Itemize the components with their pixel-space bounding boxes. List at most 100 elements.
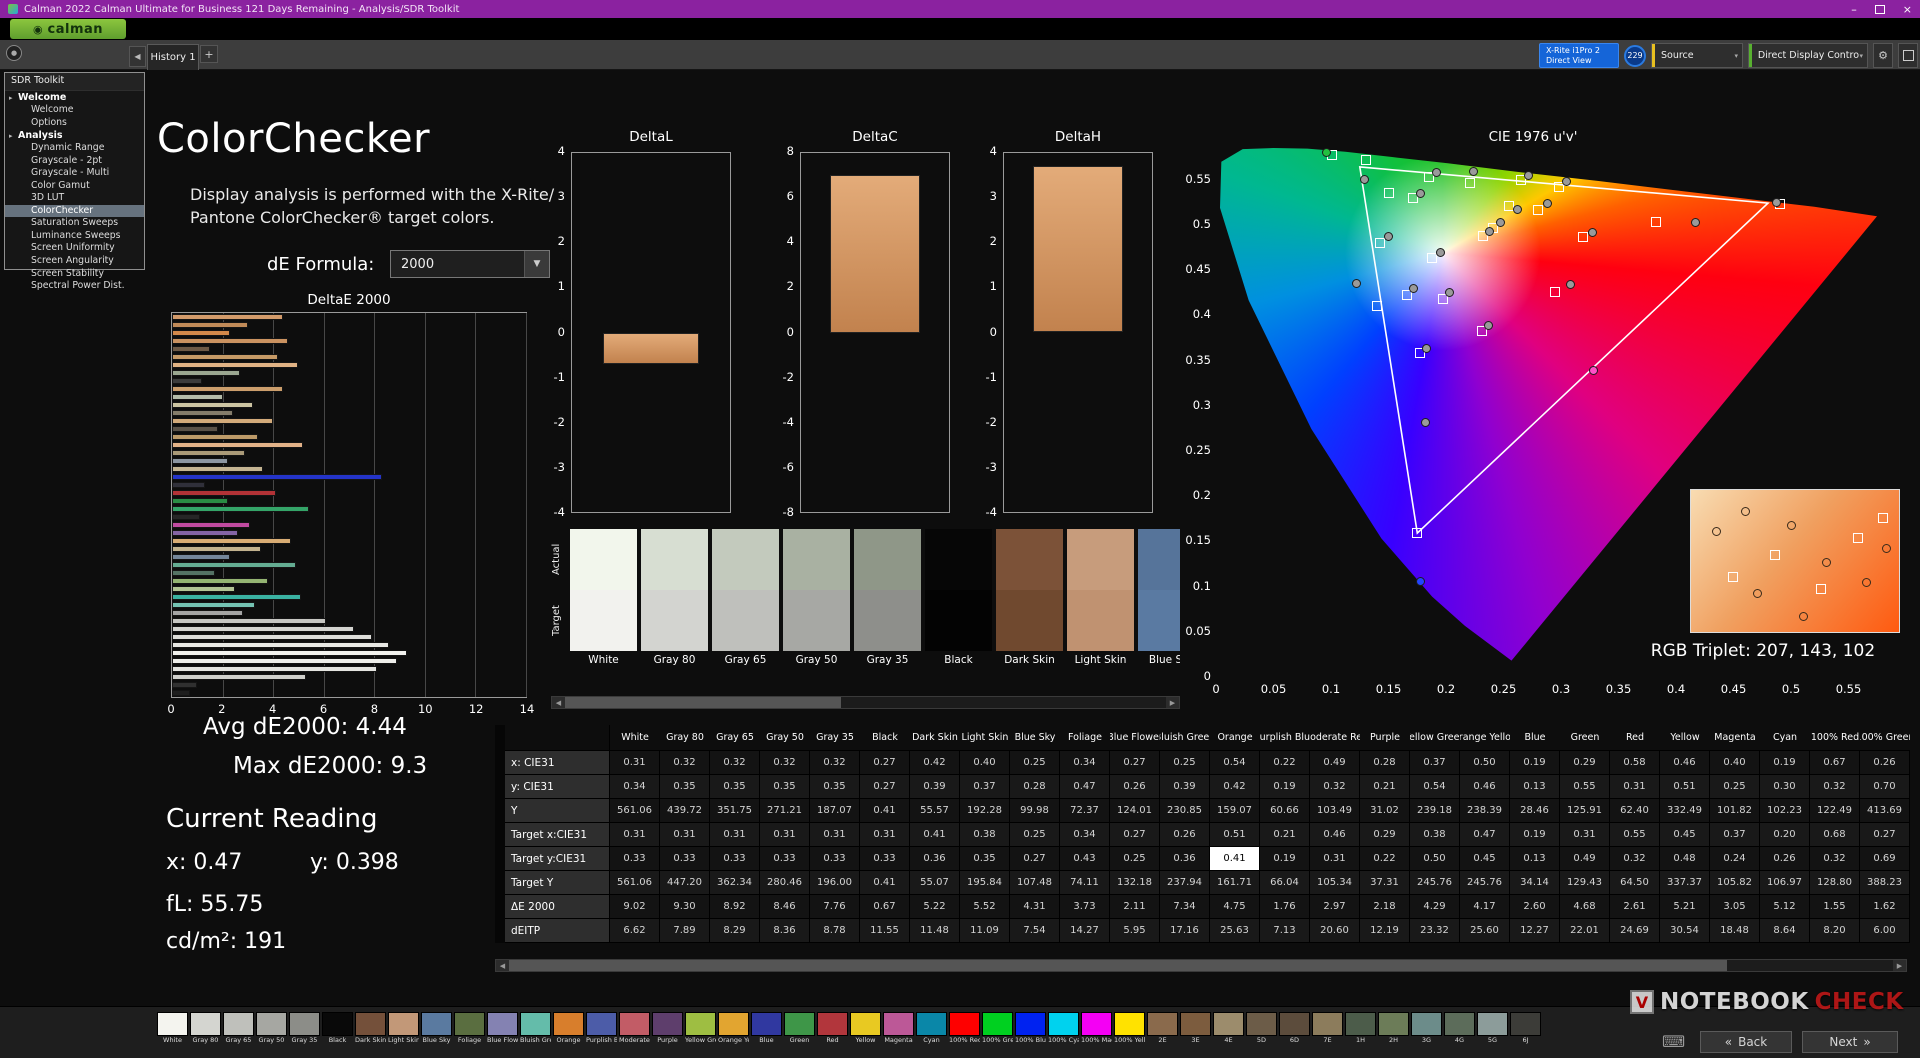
patch-gray-50[interactable]: Gray 50 [256, 1012, 287, 1046]
table-cell[interactable]: 0.45 [1460, 847, 1510, 871]
table-cell[interactable]: 561.06 [610, 799, 660, 823]
patch-gray-35[interactable]: Gray 35 [289, 1012, 320, 1046]
table-cell[interactable]: 0.35 [960, 847, 1010, 871]
table-cell[interactable]: 30.54 [1660, 919, 1710, 943]
sidebar-item-grayscale-multi[interactable]: Grayscale - Multi [5, 167, 144, 180]
patch-cyan[interactable]: Cyan [916, 1012, 947, 1046]
add-tab-button[interactable]: + [200, 45, 218, 63]
patch-white[interactable]: White [157, 1012, 188, 1046]
patch-100-green[interactable]: 100% Green [982, 1012, 1013, 1046]
table-cell[interactable]: 0.33 [810, 847, 860, 871]
sidebar-item-saturation-sweeps[interactable]: Saturation Sweeps [5, 217, 144, 230]
table-cell[interactable]: 129.43 [1560, 871, 1610, 895]
sidebar-item-spectral-power-dist[interactable]: Spectral Power Dist. [5, 280, 144, 293]
meter-button[interactable]: X-Rite i1Pro 2 Direct View [1539, 43, 1619, 68]
swatch-light-skin[interactable]: Light Skin [1067, 529, 1134, 672]
table-cell[interactable]: 271.21 [760, 799, 810, 823]
sidebar-item-3d-lut[interactable]: 3D LUT [5, 192, 144, 205]
table-cell[interactable]: 7.54 [1010, 919, 1060, 943]
next-button[interactable]: Next» [1802, 1031, 1898, 1053]
patch-7e[interactable]: 7E [1312, 1012, 1343, 1046]
de-formula-select[interactable]: 2000 ▼ [390, 250, 550, 278]
table-cell[interactable]: 0.26 [1760, 847, 1810, 871]
table-cell[interactable]: 0.50 [1410, 847, 1460, 871]
table-cell[interactable]: 0.47 [1460, 823, 1510, 847]
table-cell[interactable]: 4.17 [1460, 895, 1510, 919]
patch-bluish-green[interactable]: Bluish Green [520, 1012, 551, 1046]
patch-3e[interactable]: 3E [1180, 1012, 1211, 1046]
table-cell[interactable]: 17.16 [1160, 919, 1210, 943]
table-cell[interactable]: 6.00 [1860, 919, 1910, 943]
table-cell[interactable]: 55.07 [910, 871, 960, 895]
display-control-dropdown[interactable]: Direct Display Control ▾ [1748, 43, 1868, 68]
table-cell[interactable]: 237.94 [1160, 871, 1210, 895]
minimize-icon[interactable]: – [1851, 3, 1857, 16]
table-cell[interactable]: 280.46 [760, 871, 810, 895]
table-cell[interactable]: 0.54 [1210, 751, 1260, 775]
table-cell[interactable]: 0.13 [1510, 775, 1560, 799]
table-cell[interactable]: 0.35 [760, 775, 810, 799]
table-cell[interactable]: 12.27 [1510, 919, 1560, 943]
table-cell[interactable]: 362.34 [710, 871, 760, 895]
table-cell[interactable]: 0.27 [1110, 751, 1160, 775]
table-cell[interactable]: 37.31 [1360, 871, 1410, 895]
table-cell[interactable]: 9.30 [660, 895, 710, 919]
table-cell[interactable]: 5.95 [1110, 919, 1160, 943]
table-cell[interactable]: 0.68 [1810, 823, 1860, 847]
patch-yellow-green[interactable]: Yellow Green [685, 1012, 716, 1046]
patch-6j[interactable]: 6J [1510, 1012, 1541, 1046]
table-cell[interactable]: 18.48 [1710, 919, 1760, 943]
table-cell[interactable]: 105.34 [1310, 871, 1360, 895]
patch-100-yellow[interactable]: 100% Yellow [1114, 1012, 1145, 1046]
table-cell[interactable]: 0.42 [1210, 775, 1260, 799]
table-cell[interactable]: 0.38 [1410, 823, 1460, 847]
patch-orange-yellow[interactable]: Orange Yellow [718, 1012, 749, 1046]
table-cell[interactable]: 0.19 [1510, 751, 1560, 775]
table-cell[interactable]: 2.18 [1360, 895, 1410, 919]
swatch-gray-50[interactable]: Gray 50 [783, 529, 850, 672]
table-cell[interactable]: 107.48 [1010, 871, 1060, 895]
table-cell[interactable]: 125.91 [1560, 799, 1610, 823]
table-cell[interactable]: 0.37 [1710, 823, 1760, 847]
table-cell[interactable]: 192.28 [960, 799, 1010, 823]
table-cell[interactable]: 0.32 [810, 751, 860, 775]
table-cell[interactable]: 0.41 [910, 823, 960, 847]
swatch-blue-sky[interactable]: Blue Sky [1138, 529, 1180, 672]
table-cell[interactable]: 55.57 [910, 799, 960, 823]
table-cell[interactable]: 0.29 [1360, 823, 1410, 847]
patch-6d[interactable]: 6D [1279, 1012, 1310, 1046]
table-cell[interactable]: 0.67 [860, 895, 910, 919]
patch-2h[interactable]: 2H [1378, 1012, 1409, 1046]
table-cell[interactable]: 8.29 [710, 919, 760, 943]
patch-100-magenta[interactable]: 100% Magenta [1081, 1012, 1112, 1046]
table-cell[interactable]: 0.31 [610, 823, 660, 847]
table-cell[interactable]: 0.19 [1760, 751, 1810, 775]
table-cell[interactable]: 230.85 [1160, 799, 1210, 823]
table-cell[interactable]: 0.33 [860, 847, 910, 871]
patch-purple[interactable]: Purple [652, 1012, 683, 1046]
table-cell[interactable]: 20.60 [1310, 919, 1360, 943]
table-cell[interactable]: 122.49 [1810, 799, 1860, 823]
table-cell[interactable]: 0.33 [660, 847, 710, 871]
table-cell[interactable]: 337.37 [1660, 871, 1710, 895]
table-cell[interactable]: 0.20 [1760, 823, 1810, 847]
table-cell[interactable]: 0.31 [860, 823, 910, 847]
table-cell[interactable]: 11.48 [910, 919, 960, 943]
table-cell[interactable]: 5.12 [1760, 895, 1810, 919]
table-cell[interactable]: 0.54 [1410, 775, 1460, 799]
table-cell[interactable]: 106.97 [1760, 871, 1810, 895]
settings-circle-icon[interactable]: ● [6, 45, 22, 61]
table-cell[interactable]: 0.50 [1460, 751, 1510, 775]
table-cell[interactable]: 0.31 [810, 823, 860, 847]
table-cell[interactable]: 439.72 [660, 799, 710, 823]
table-cell[interactable]: 0.29 [1560, 751, 1610, 775]
swatch-gray-35[interactable]: Gray 35 [854, 529, 921, 672]
table-cell[interactable]: 103.49 [1310, 799, 1360, 823]
table-cell[interactable]: 0.27 [1860, 823, 1910, 847]
table-cell[interactable]: 7.34 [1160, 895, 1210, 919]
scrollbar-track[interactable] [509, 960, 1893, 971]
table-cell[interactable]: 8.20 [1810, 919, 1860, 943]
table-cell[interactable]: 0.35 [810, 775, 860, 799]
swatch-gray-80[interactable]: Gray 80 [641, 529, 708, 672]
table-cell[interactable]: 4.31 [1010, 895, 1060, 919]
